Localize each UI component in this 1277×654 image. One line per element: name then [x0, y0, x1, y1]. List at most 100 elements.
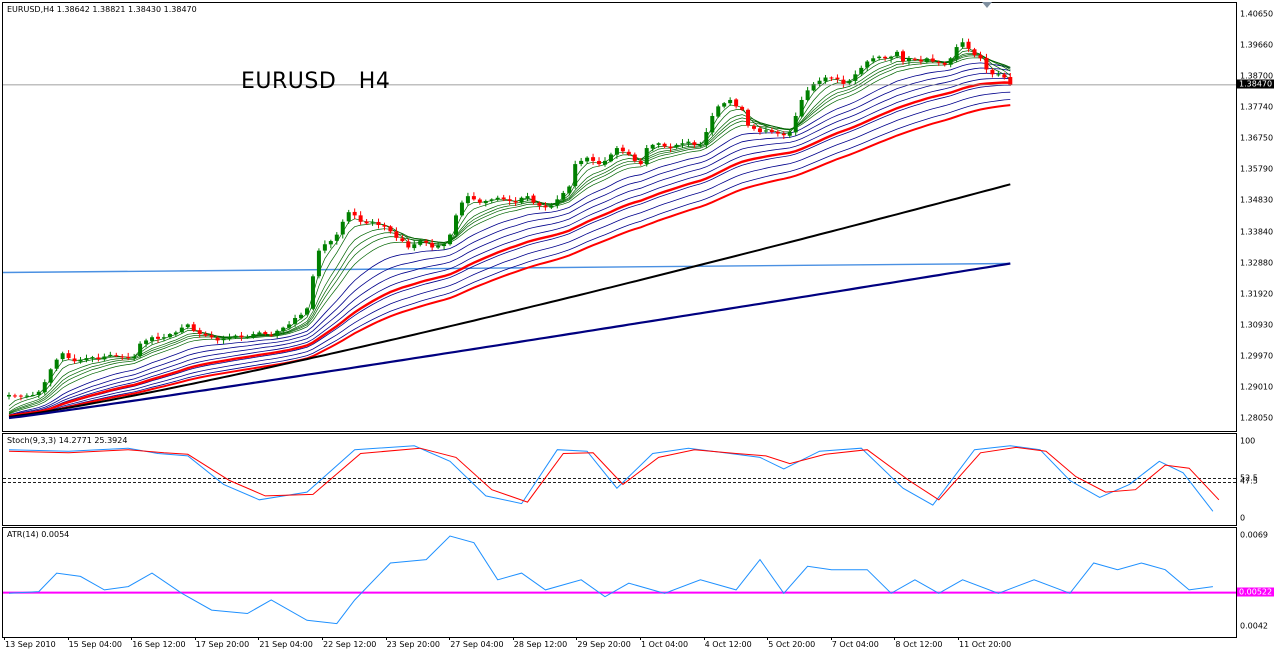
candle-body: [847, 80, 852, 84]
time-tick-label: 22 Sep 12:00: [323, 640, 377, 649]
candle-body: [996, 74, 1001, 76]
candle-body: [12, 395, 17, 397]
candle-body: [54, 359, 59, 369]
price-tick-label: 1.40650: [1240, 9, 1274, 19]
stochastic-chart-svg: [3, 445, 1236, 512]
candle: [448, 233, 453, 246]
candle-body: [293, 318, 298, 324]
candle: [716, 104, 721, 118]
candle: [775, 129, 780, 137]
candle: [680, 139, 685, 149]
candle-body: [591, 157, 596, 161]
candle-body: [239, 335, 244, 338]
candle: [150, 335, 155, 345]
candle: [90, 355, 95, 363]
time-tick-label: 27 Sep 04:00: [450, 640, 504, 649]
candle-body: [620, 147, 625, 152]
candle: [650, 143, 655, 152]
atr-pane[interactable]: ATR(14) 0.0054: [2, 527, 1237, 638]
candle-body: [716, 106, 721, 117]
time-tick-label: 11 Oct 20:00: [959, 640, 1012, 649]
candle-body: [126, 356, 131, 359]
candle-body: [942, 62, 947, 65]
candle-body: [978, 55, 983, 59]
candle-body: [918, 59, 923, 62]
candle: [346, 209, 351, 224]
candle-body: [829, 77, 834, 79]
candle-body: [209, 335, 214, 338]
candle-body: [132, 356, 137, 359]
candle-body: [650, 144, 655, 149]
candle-body: [972, 49, 977, 56]
candle-body: [197, 330, 202, 335]
atr-chart-svg: [3, 535, 1236, 625]
time-axis[interactable]: 13 Sep 2010 15 Sep 04:00 16 Sep 12:00 17 Se…: [0, 637, 1236, 654]
time-tick-label: 29 Sep 20:00: [577, 640, 631, 649]
stochastic-label: Stoch(9,3,3) 14.2771 25.3924: [7, 436, 128, 445]
candle-body: [42, 382, 47, 393]
candle-body: [406, 241, 411, 248]
candle-body: [585, 157, 590, 162]
candle-body: [775, 131, 780, 134]
candle-body: [835, 77, 840, 80]
candle-body: [418, 241, 423, 245]
candle-body: [370, 221, 375, 223]
candle-body: [805, 90, 810, 101]
candle-body: [656, 143, 661, 145]
chart-shift-marker-icon[interactable]: [982, 2, 992, 8]
candle-body: [281, 327, 286, 331]
candle-body: [823, 77, 828, 82]
candle: [918, 55, 923, 65]
candle: [883, 55, 888, 61]
candle-body: [161, 337, 166, 339]
candle: [686, 138, 691, 147]
candle: [662, 142, 667, 149]
candle: [603, 157, 607, 167]
candle-body: [781, 133, 786, 136]
atr-line: [8, 535, 1213, 625]
candle-body: [310, 276, 315, 309]
candle: [310, 274, 315, 310]
candle-body: [930, 58, 935, 62]
candle-body: [454, 215, 458, 235]
candle-body: [674, 144, 679, 148]
candle-body: [906, 58, 911, 62]
price-tick-label: 1.31920: [1240, 289, 1274, 299]
candle: [853, 70, 858, 85]
stoch-tick-label: 47.5: [1240, 476, 1258, 486]
candle-body: [36, 391, 41, 395]
candle-body: [251, 334, 256, 338]
candle: [340, 219, 345, 239]
candle: [376, 218, 381, 229]
candle-body: [465, 196, 470, 204]
candle: [7, 392, 11, 400]
ma-navy-line: [8, 262, 1011, 420]
price-tick-label: 1.29010: [1240, 382, 1274, 392]
candle-body: [513, 201, 518, 203]
candle-body: [167, 334, 172, 338]
time-tick-label: 8 Oct 12:00: [895, 640, 943, 649]
candle-body: [752, 126, 756, 129]
candle-body: [787, 132, 792, 136]
candle-body: [18, 395, 23, 397]
candle-body: [519, 197, 524, 203]
candle-body: [7, 394, 11, 397]
candle: [722, 102, 727, 109]
candle: [930, 54, 935, 63]
price-axis[interactable]: 1.40650 1.39660 1.38700 1.37740 1.36750 1.357…: [1236, 0, 1277, 640]
candle: [811, 82, 816, 92]
candle: [501, 194, 506, 202]
candle: [841, 75, 846, 88]
stoch-tick-label: 100: [1240, 436, 1256, 446]
candle-body: [889, 56, 894, 59]
candle-body: [203, 333, 208, 336]
candle-body: [549, 205, 554, 208]
candle-body: [531, 195, 536, 203]
time-tick-label: 15 Sep 04:00: [68, 640, 122, 649]
stochastic-pane[interactable]: Stoch(9,3,3) 14.2771 25.3924: [2, 433, 1237, 526]
candle-body: [173, 332, 178, 335]
ema-blue-line: [8, 84, 1011, 417]
price-pane[interactable]: EURUSD,H4 1.38642 1.38821 1.38430 1.3847…: [2, 2, 1237, 432]
candle-body: [120, 356, 125, 358]
price-tick-label: 1.28050: [1240, 413, 1274, 423]
